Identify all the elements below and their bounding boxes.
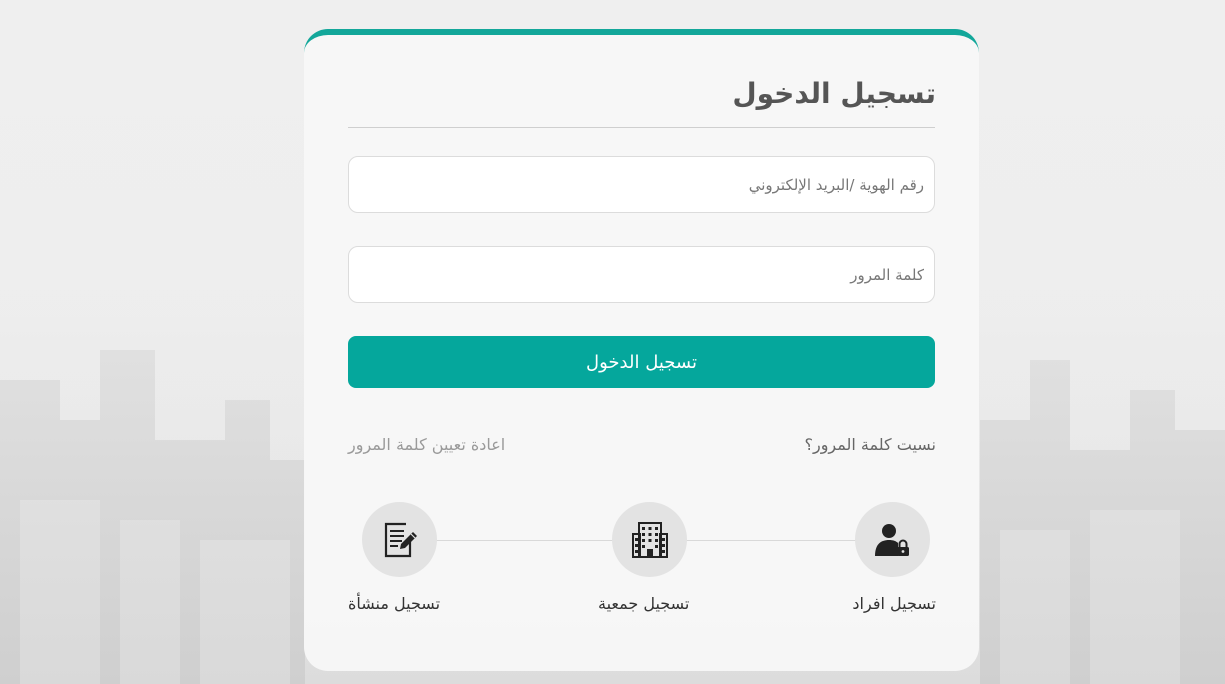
register-association-button[interactable]: تسجيل جمعية — [560, 502, 700, 622]
document-edit-icon — [384, 522, 417, 557]
login-button[interactable]: تسجيل الدخول — [348, 336, 935, 388]
reset-password-link[interactable]: اعادة تعيين كلمة المرور — [348, 435, 505, 454]
login-card: تسجيل الدخول تسجيل الدخول نسيت كلمة المر… — [304, 29, 979, 671]
id-email-field[interactable] — [348, 156, 935, 213]
register-individuals-circle — [855, 502, 930, 577]
register-establishment-label: تسجيل منشأة — [348, 594, 441, 613]
id-email-input[interactable] — [349, 157, 934, 212]
page-title: تسجيل الدخول — [732, 77, 936, 110]
register-establishment-circle — [362, 502, 437, 577]
register-establishment-button[interactable]: تسجيل منشأة — [348, 502, 488, 622]
register-association-label: تسجيل جمعية — [598, 594, 690, 613]
register-individuals-label: تسجيل افراد — [852, 594, 936, 613]
building-icon — [631, 521, 668, 558]
register-association-circle — [612, 502, 687, 577]
password-field[interactable] — [348, 246, 935, 303]
register-individuals-button[interactable]: تسجيل افراد — [796, 502, 936, 622]
forgot-password-link[interactable]: نسيت كلمة المرور؟ — [804, 435, 936, 454]
title-divider — [348, 127, 935, 128]
password-input[interactable] — [349, 247, 934, 302]
user-lock-icon — [874, 523, 909, 556]
